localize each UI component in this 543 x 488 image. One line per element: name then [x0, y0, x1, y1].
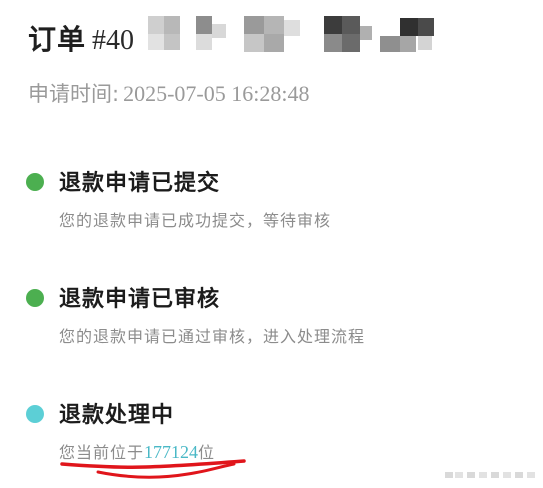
step-description: 您的退款申请已通过审核，进入处理流程 — [59, 327, 366, 346]
red-underline-annotation — [60, 459, 246, 479]
apply-time: 申请时间: 2025-07-05 16:28:48 — [28, 78, 309, 108]
watermark — [445, 472, 535, 478]
status-dot-in-progress-icon — [26, 405, 44, 423]
apply-time-label: 申请时间: — [28, 82, 120, 106]
step-title: 退款申请已提交 — [59, 171, 221, 196]
order-label: 订单 — [28, 23, 87, 56]
redaction-mosaic — [148, 16, 438, 58]
order-number: #40 — [92, 25, 135, 56]
order-title: 订单 #40 — [28, 18, 134, 62]
step-title: 退款处理中 — [59, 403, 175, 428]
status-dot-completed-icon — [26, 289, 44, 307]
step-title: 退款申请已审核 — [59, 287, 221, 312]
apply-time-value: 2025-07-05 16:28:48 — [123, 81, 310, 106]
step-description: 您的退款申请已成功提交，等待审核 — [59, 211, 332, 230]
status-dot-completed-icon — [26, 173, 44, 191]
